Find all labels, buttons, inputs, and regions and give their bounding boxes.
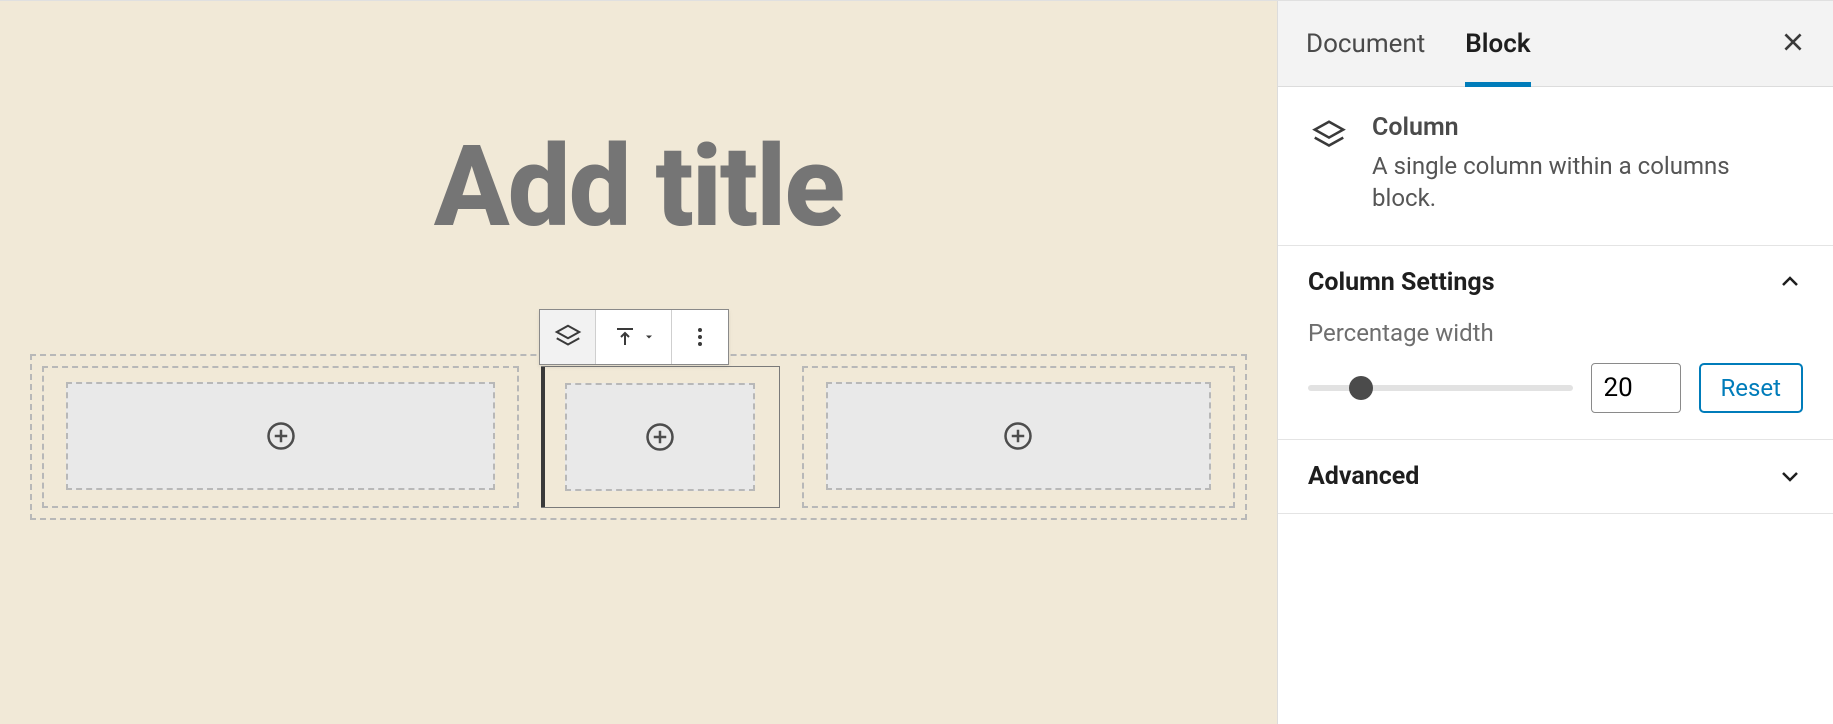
percentage-width-slider[interactable] <box>1308 370 1573 406</box>
settings-sidebar: Document Block <box>1277 1 1833 724</box>
tab-block[interactable]: Block <box>1465 1 1530 86</box>
percentage-width-label: Percentage width <box>1308 319 1803 347</box>
post-title-input[interactable] <box>0 121 1277 254</box>
column-icon <box>1308 113 1350 215</box>
panel-advanced-toggle[interactable]: Advanced <box>1278 440 1833 513</box>
column-icon <box>553 322 583 352</box>
panel-column-settings-toggle[interactable]: Column Settings <box>1278 246 1833 319</box>
plus-circle-icon[interactable] <box>1002 420 1034 452</box>
caret-down-icon <box>643 331 655 343</box>
block-card-title: Column <box>1372 113 1792 142</box>
plus-circle-icon[interactable] <box>644 421 676 453</box>
tab-document[interactable]: Document <box>1306 1 1425 86</box>
slider-thumb[interactable] <box>1349 376 1373 400</box>
column-appender[interactable] <box>565 383 755 491</box>
column-block-selected[interactable] <box>541 366 780 508</box>
columns-block[interactable] <box>30 354 1247 520</box>
more-options-button[interactable] <box>672 310 728 364</box>
plus-circle-icon[interactable] <box>265 420 297 452</box>
reset-button[interactable]: Reset <box>1699 363 1803 413</box>
block-card: Column A single column within a columns … <box>1278 87 1833 245</box>
block-card-description: A single column within a columns block. <box>1372 150 1792 215</box>
close-sidebar-button[interactable] <box>1773 24 1813 64</box>
chevron-up-icon <box>1777 269 1803 295</box>
percentage-width-input[interactable] <box>1591 363 1681 413</box>
editor-canvas[interactable] <box>0 1 1277 724</box>
panel-column-settings: Column Settings Percentage width Reset <box>1278 246 1833 440</box>
more-vertical-icon <box>688 325 712 349</box>
column-appender[interactable] <box>66 382 495 490</box>
panel-title: Column Settings <box>1308 268 1495 297</box>
block-type-button[interactable] <box>540 310 596 364</box>
sidebar-tabs: Document Block <box>1278 1 1833 87</box>
vertical-align-button[interactable] <box>596 310 672 364</box>
close-icon <box>1780 29 1806 59</box>
panel-title: Advanced <box>1308 462 1419 491</box>
block-toolbar <box>539 309 729 365</box>
chevron-down-icon <box>1777 463 1803 489</box>
align-top-icon <box>613 325 637 349</box>
panel-advanced: Advanced <box>1278 440 1833 514</box>
column-block[interactable] <box>802 366 1235 508</box>
column-block[interactable] <box>42 366 519 508</box>
column-appender[interactable] <box>826 382 1211 490</box>
